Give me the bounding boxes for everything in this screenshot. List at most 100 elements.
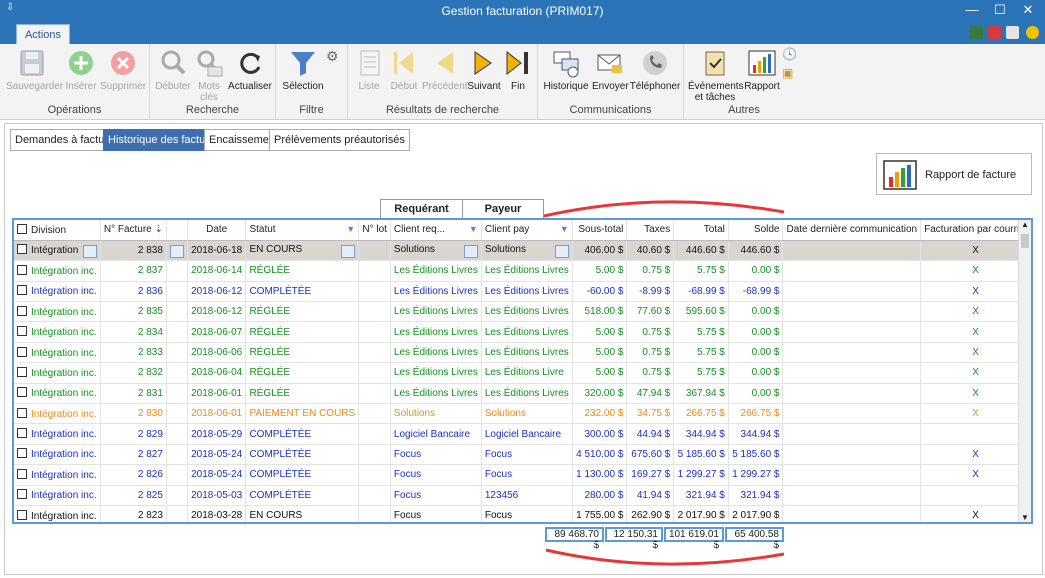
table-row[interactable]: Intégration inc. 2 832 2018-06-04 RÉGLÉE Les… xyxy=(14,362,1031,384)
row-checkbox[interactable] xyxy=(17,468,27,479)
cell-no-facture[interactable]: 2 832 xyxy=(100,362,167,384)
table-row[interactable]: Intégration inc. 2 829 2018-05-29 COMPLÉTÉE… xyxy=(14,423,1031,445)
cell-date[interactable]: 2018-06-18 xyxy=(187,240,247,262)
cell-statut[interactable]: RÉGLÉE xyxy=(245,301,360,323)
cell-date[interactable]: 2018-06-06 xyxy=(187,342,247,364)
cell-division[interactable]: Intégration inc. xyxy=(14,423,101,445)
cell-date-derniere-communication[interactable] xyxy=(782,423,922,445)
cell-date[interactable]: 2018-06-01 xyxy=(187,383,247,405)
cell-division[interactable]: Intégration inc. xyxy=(14,301,101,323)
row-checkbox[interactable] xyxy=(17,326,27,337)
cell-facturation-par-courriel[interactable] xyxy=(920,485,1031,506)
cell-sous-total[interactable]: 406.00 $ xyxy=(572,240,628,262)
insert-button[interactable]: Insérer xyxy=(62,48,100,92)
cell-client-pay[interactable]: Solutions xyxy=(481,403,573,425)
cell-client-req[interactable]: Focus xyxy=(390,505,482,522)
list-button[interactable]: Liste xyxy=(352,48,386,92)
cell-sous-total[interactable]: 5.00 $ xyxy=(572,362,628,384)
cell-solde[interactable]: 0.00 $ xyxy=(728,342,784,364)
cell-no-lot[interactable] xyxy=(358,240,391,262)
cell-date-derniere-communication[interactable] xyxy=(782,383,922,405)
cell-solde[interactable]: 344.94 $ xyxy=(728,423,784,445)
next-button[interactable]: Suivant xyxy=(466,48,502,92)
col-solde[interactable]: Solde xyxy=(728,220,784,241)
cell-no-facture[interactable]: 2 830 xyxy=(100,403,167,425)
keywords-button[interactable]: Mots clés xyxy=(192,48,226,103)
cell-statut[interactable]: EN COURS xyxy=(245,505,360,522)
last-button[interactable]: Fin xyxy=(502,48,534,92)
cell-facturation-par-courriel[interactable]: X xyxy=(920,383,1031,405)
cell-no-facture[interactable]: 2 835 xyxy=(100,301,167,323)
cell-no-lot[interactable] xyxy=(358,485,391,506)
start-search-button[interactable]: Débuter xyxy=(154,48,192,92)
cell-total[interactable]: 5.75 $ xyxy=(673,362,729,384)
cell-solde[interactable]: 2 017.90 $ xyxy=(728,505,784,522)
cell-division[interactable]: Intégration inc. xyxy=(14,505,101,522)
cell-client-pay[interactable]: Focus xyxy=(481,505,573,522)
clock-icon[interactable]: 🕓 xyxy=(782,47,797,61)
col-facturation-par-courriel[interactable]: Facturation par courriel xyxy=(920,220,1031,241)
cell-sous-total[interactable]: 320.00 $ xyxy=(572,383,628,405)
cell-no-lot[interactable] xyxy=(358,321,391,343)
cell-client-req[interactable]: Focus xyxy=(390,485,482,506)
cell-no-lot[interactable] xyxy=(358,444,391,466)
history-button[interactable]: Historique xyxy=(542,48,590,92)
cell-no-lot[interactable] xyxy=(358,342,391,364)
phone-button[interactable]: Téléphoner xyxy=(628,48,682,92)
table-row[interactable]: Intégration inc. 2 831 2018-06-01 RÉGLÉE Les… xyxy=(14,383,1031,405)
cell-no-lot[interactable] xyxy=(358,403,391,425)
cell-sous-total[interactable]: 5.00 $ xyxy=(572,260,628,282)
cell-total[interactable]: 595.60 $ xyxy=(673,301,729,323)
client-pay-filter-icon[interactable]: ▼ xyxy=(560,224,569,234)
cell-date-derniere-communication[interactable] xyxy=(782,464,922,486)
cell-taxes[interactable]: 40.60 $ xyxy=(626,240,675,262)
cell-division[interactable]: Intégration inc. xyxy=(14,444,101,466)
cell-division[interactable]: Intégration inc. xyxy=(14,281,101,303)
row-checkbox[interactable] xyxy=(17,448,27,459)
cell-date[interactable]: 2018-06-01 xyxy=(187,403,247,425)
ribbon-tab-actions[interactable]: Actions xyxy=(16,24,70,44)
cell-client-pay[interactable]: Les Éditions Livres xyxy=(481,321,573,343)
cell-statut[interactable]: PAIEMENT EN COURS xyxy=(245,403,360,425)
table-row[interactable]: Intégration inc. 2 836 2018-06-12 COMPLÉTÉE… xyxy=(14,281,1031,303)
cell-division[interactable]: Intégration inc. xyxy=(14,464,101,486)
selection-button[interactable]: Sélection xyxy=(278,48,328,92)
col-client-req[interactable]: Client req... ▼ xyxy=(390,220,482,241)
cell-sous-total[interactable]: 280.00 $ xyxy=(572,485,628,506)
gear-icon[interactable]: ⚙ xyxy=(326,48,339,65)
cell-no-lot[interactable] xyxy=(358,301,391,323)
cell-client-req[interactable]: Solutions xyxy=(390,240,482,262)
cell-solde[interactable]: 0.00 $ xyxy=(728,321,784,343)
cell-client-pay[interactable]: Les Éditions Livres xyxy=(481,342,573,364)
cell-date-derniere-communication[interactable] xyxy=(782,485,922,506)
cell-sous-total[interactable]: 5.00 $ xyxy=(572,321,628,343)
cell-no-facture[interactable]: 2 837 xyxy=(100,260,167,282)
cell-taxes[interactable]: 0.75 $ xyxy=(626,342,675,364)
cell-no-facture[interactable]: 2 827 xyxy=(100,444,167,466)
row-checkbox[interactable] xyxy=(17,489,27,500)
cell-total[interactable]: 2 017.90 $ xyxy=(673,505,729,522)
cell-no-lot[interactable] xyxy=(358,464,391,486)
col-division[interactable]: Division xyxy=(14,220,101,241)
cell-date[interactable]: 2018-06-14 xyxy=(187,260,247,282)
cell-facturation-par-courriel[interactable] xyxy=(920,423,1031,445)
table-row[interactable]: Intégration inc. 2 825 2018-05-03 COMPLÉTÉE… xyxy=(14,485,1031,506)
cell-date[interactable]: 2018-05-03 xyxy=(187,485,247,506)
cell-client-req[interactable]: Les Éditions Livres xyxy=(390,281,482,303)
cell-client-req[interactable]: Les Éditions Livres xyxy=(390,362,482,384)
help-icon[interactable] xyxy=(1026,26,1039,39)
row-checkbox[interactable] xyxy=(17,305,27,316)
cell-no-facture[interactable]: 2 834 xyxy=(100,321,167,343)
cell-date-derniere-communication[interactable] xyxy=(782,281,922,303)
col-sous-total[interactable]: Sous-total xyxy=(572,220,628,241)
cell-total[interactable]: 1 299.27 $ xyxy=(673,464,729,486)
cell-solde[interactable]: 0.00 $ xyxy=(728,362,784,384)
lock-icon[interactable] xyxy=(1006,26,1019,39)
row-checkbox[interactable] xyxy=(17,366,27,377)
cell-facturation-par-courriel[interactable]: X xyxy=(920,301,1031,323)
cell-no-lot[interactable] xyxy=(358,383,391,405)
cell-date-derniere-communication[interactable] xyxy=(782,444,922,466)
row-checkbox[interactable] xyxy=(17,407,27,418)
cell-client-req[interactable]: Logiciel Bancaire xyxy=(390,423,482,445)
cell-no-facture[interactable]: 2 826 xyxy=(100,464,167,486)
